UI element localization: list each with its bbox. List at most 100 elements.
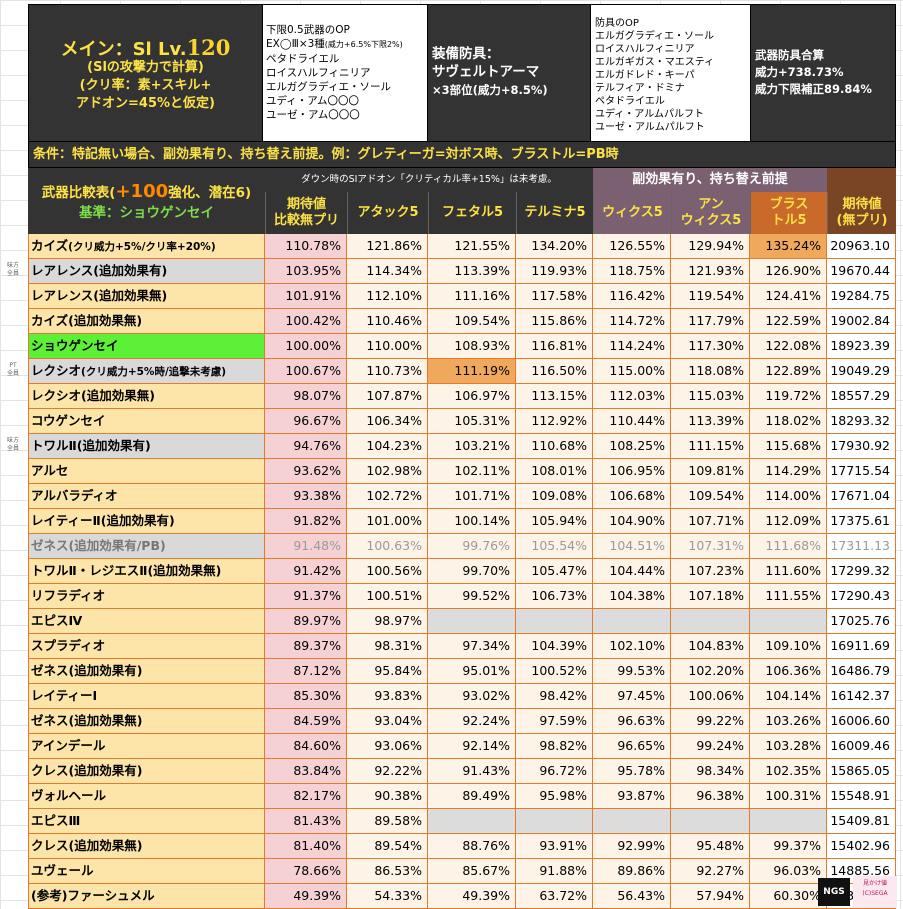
table-cell: 100.42% <box>265 309 347 334</box>
table-cell: 19670.44 <box>827 259 896 284</box>
table-cell: 99.70% <box>428 559 516 584</box>
armor-name: サヴェルトアーマ <box>432 64 540 80</box>
table-cell: 106.73% <box>516 584 593 609</box>
table-cell: 84.59% <box>265 709 347 734</box>
weapon-op-item: ペタドライエル <box>266 53 340 65</box>
table-cell: 98.34% <box>671 759 750 784</box>
table-cell <box>428 609 516 634</box>
table-cell: 113.15% <box>516 384 593 409</box>
armor-info: 装備防具： サヴェルトアーマ ×3部位(威力+8.5%) <box>428 5 591 141</box>
table-cell: 93.38% <box>265 484 347 509</box>
weapon-name: スプラディオ <box>28 634 265 659</box>
table-row: レクシオ(追加効果無) 98.07% 107.87% 106.97% 113.15% 11… <box>28 384 896 409</box>
table-title-suffix: 強化、潜在6) <box>168 185 252 201</box>
main-weapon-info: メイン：Sl Lv.120 (Slの攻撃力で計算) (クリ率：素+スキル+ アド… <box>29 5 263 141</box>
table-cell: 114.34% <box>347 259 428 284</box>
table-cell: 105.31% <box>428 409 516 434</box>
table-cell: 113.39% <box>671 409 750 434</box>
armor-op-item: ロイスハルフィニリア <box>595 44 695 55</box>
table-cell: 95.98% <box>516 784 593 809</box>
weapon-name-text: アルセ <box>31 463 69 478</box>
table-cell: 104.39% <box>516 634 593 659</box>
table-cell: 109.81% <box>671 459 750 484</box>
weapon-name-text: ゼネス(追加効果有/PB) <box>31 538 166 553</box>
table-row: エピスⅣ 89.97% 98.97% 17025.76 <box>28 609 896 634</box>
table-cell: 84.60% <box>265 734 347 759</box>
column-header: 期待値 (無プリ) <box>827 192 896 234</box>
table-cell: 118.02% <box>750 409 827 434</box>
column-header-line: フェタル5 <box>441 205 504 220</box>
armor-op-item: エルガグラディエ・ソール <box>595 31 714 42</box>
table-cell: 110.44% <box>593 409 671 434</box>
table-cell: 93.02% <box>428 684 516 709</box>
table-cell: 95.01% <box>428 659 516 684</box>
armor-op-info: 防具のOP エルガグラディエ・ソール ロイスハルフィニリア エルガギガス・マエス… <box>591 5 751 141</box>
summary-header: メイン：Sl Lv.120 (Slの攻撃力で計算) (クリ率：素+スキル+ アド… <box>28 4 896 142</box>
table-cell: 98.31% <box>347 634 428 659</box>
table-cell: 106.97% <box>428 384 516 409</box>
armor-op-item: ユーゼ・アルムパルフト <box>595 122 705 133</box>
table-cell: 109.10% <box>750 634 827 659</box>
table-cell: 108.93% <box>428 334 516 359</box>
table-row: トワルⅡ・レジエスⅡ(追加効果無) 91.42% 100.56% 99.70% 105.… <box>28 559 896 584</box>
table-cell: 118.08% <box>671 359 750 384</box>
armor-op-item: ユディ・アルムパルフト <box>595 109 704 120</box>
sega-stamp: 見かけ値 (C)SEGA <box>853 876 897 908</box>
table-cell: 96.03% <box>750 859 827 884</box>
table-cell: 99.76% <box>428 534 516 559</box>
table-cell: 97.45% <box>593 684 671 709</box>
table-cell: 119.72% <box>750 384 827 409</box>
weapon-op-item: ユディ・アム〇〇〇 <box>266 95 360 107</box>
table-cell: 117.79% <box>671 309 750 334</box>
table-cell: 16486.79 <box>827 659 896 684</box>
table-cell: 93.87% <box>593 784 671 809</box>
table-cell: 89.54% <box>347 834 428 859</box>
table-cell: 109.54% <box>671 484 750 509</box>
table-cell: 111.68% <box>750 534 827 559</box>
table-cell: 100.00% <box>265 334 347 359</box>
table-cell: 98.07% <box>265 384 347 409</box>
table-cell: 91.43% <box>428 759 516 784</box>
table-cell: 96.38% <box>671 784 750 809</box>
weapon-name: クレス(追加効果無) <box>28 834 265 859</box>
table-cell: 56.43% <box>593 884 671 909</box>
table-cell: 95.84% <box>347 659 428 684</box>
table-cell: 115.00% <box>593 359 671 384</box>
weapon-name: レイティーⅡ(追加効果有) <box>28 509 265 534</box>
table-cell: 96.72% <box>516 759 593 784</box>
table-cell: 100.56% <box>347 559 428 584</box>
table-cell: 96.65% <box>593 734 671 759</box>
table-cell: 122.59% <box>750 309 827 334</box>
table-row: ショウゲンセイ 100.00% 110.00% 108.93% 116.81% 114.2… <box>28 334 896 359</box>
total-power: 威力+738.73% <box>755 65 844 79</box>
table-row: ユヴェール 78.66% 86.53% 85.67% 91.88% 89.86% 92.27… <box>28 859 896 884</box>
table-cell: 117.30% <box>671 334 750 359</box>
table-cell: 63.72% <box>516 884 593 909</box>
table-cell: 15409.81 <box>827 809 896 834</box>
side-note-line: PT <box>9 362 17 369</box>
table-cell: 112.09% <box>750 509 827 534</box>
table-cell: 94.76% <box>265 434 347 459</box>
weapon-op-info: 下限0.5武器のOP EX◯Ⅲ×3種(威力+6.5%下限2%) ペタドライエル … <box>263 5 428 141</box>
weapon-name-text: アルバラディオ <box>31 488 118 503</box>
table-cell: 104.38% <box>593 584 671 609</box>
armor-op-item: テルフィア・ドミナ <box>595 83 685 94</box>
table-cell: 82.17% <box>265 784 347 809</box>
table-cell: 93.91% <box>516 834 593 859</box>
ngs-logo-text: NGS <box>823 887 845 897</box>
table-title-prefix: 武器比較表( <box>41 185 116 201</box>
table-cell: 114.29% <box>750 459 827 484</box>
table-cell: 135.24% <box>750 234 827 259</box>
weapon-name: ヴォルヘール <box>28 784 265 809</box>
weapon-name: (参考)ファーシュメル <box>28 884 265 909</box>
column-header: ウィクス5 <box>593 192 671 234</box>
side-note-line: 味方 <box>6 262 19 269</box>
table-cell: 98.42% <box>516 684 593 709</box>
table-cell: 92.22% <box>347 759 428 784</box>
armor-op-item: エルガギガス・マエスティ <box>595 57 715 68</box>
table-cell <box>593 809 671 834</box>
weapon-name-text: トワルⅡ・レジエスⅡ(追加効果無) <box>31 563 222 578</box>
table-cell: 104.90% <box>593 509 671 534</box>
table-cell: 19002.84 <box>827 309 896 334</box>
table-cell: 81.40% <box>265 834 347 859</box>
